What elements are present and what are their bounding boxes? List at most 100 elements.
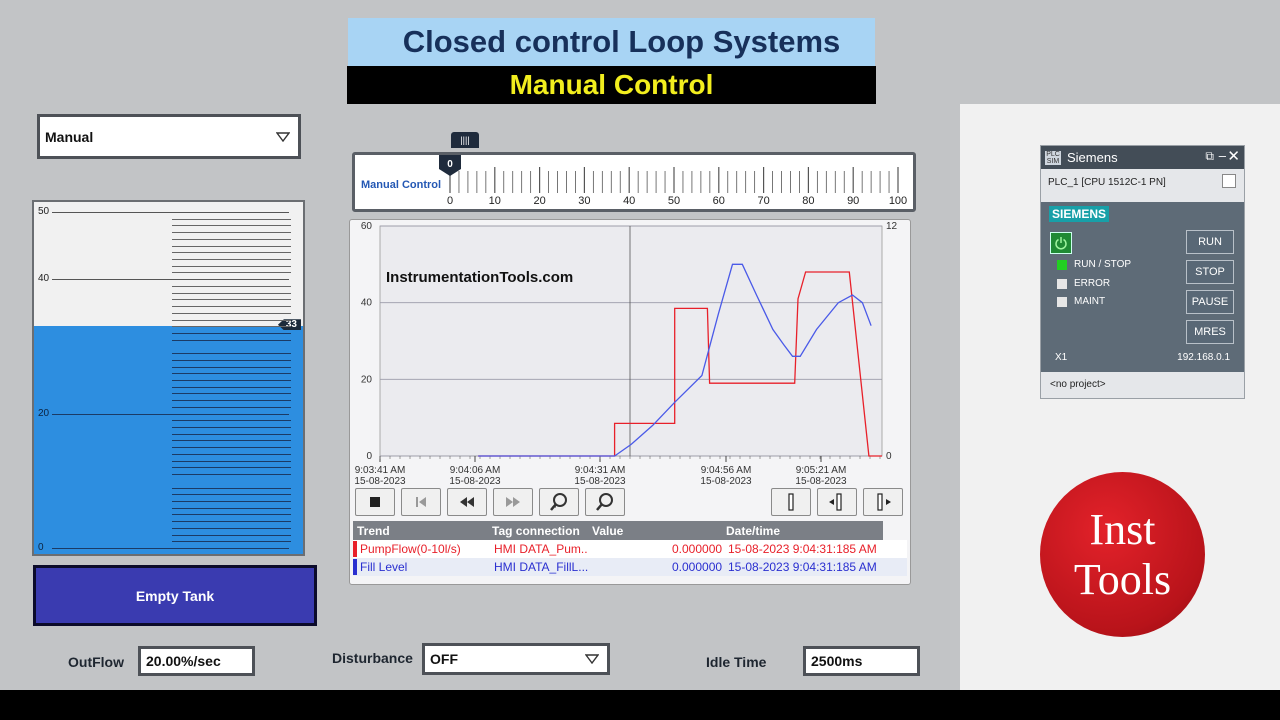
plc-control-panel: SIEMENS RUN / STOP ERROR MAINT RUN STOP … (1041, 202, 1244, 372)
tank-minor-line (172, 508, 291, 509)
run-button[interactable]: RUN (1186, 230, 1234, 254)
empty-tank-button[interactable]: Empty Tank (33, 565, 317, 626)
tank-gridline (52, 279, 289, 280)
slider-handle[interactable]: |||| (451, 132, 479, 148)
y2-tick-label: 12 (886, 221, 898, 232)
row-datetime: 15-08-2023 9:04:31:185 AM (728, 542, 877, 556)
tank-minor-line (172, 272, 291, 273)
ruler-back-icon[interactable] (817, 488, 857, 516)
tank-gridline (52, 414, 289, 415)
slider-scale: 01020304050607080901000 (355, 155, 913, 209)
close-icon[interactable]: ✕ (1227, 147, 1240, 165)
tank-minor-line (172, 474, 291, 475)
tank-minor-line (172, 467, 291, 468)
siemens-logo: SIEMENS (1049, 206, 1109, 222)
interface-label: X1 (1055, 352, 1067, 363)
plc-device-name: PLC_1 [CPU 1512C-1 PN] (1048, 177, 1166, 188)
slider-tick-label: 10 (489, 195, 501, 207)
tank-minor-line (172, 373, 291, 374)
watermark: InstrumentationTools.com (386, 269, 573, 286)
device-view-icon[interactable] (1222, 174, 1236, 188)
rewind-icon[interactable] (447, 488, 487, 516)
disturbance-dropdown-value: OFF (430, 651, 458, 667)
tank-minor-line (172, 286, 291, 287)
logo-line-2: Tools (1074, 555, 1171, 605)
tank-gridline (52, 212, 289, 213)
tank-level-gauge: 33 5040200 (32, 200, 305, 556)
slider-tick-label: 80 (802, 195, 814, 207)
tank-scale-label: 20 (38, 408, 49, 419)
tank-minor-line (172, 239, 291, 240)
page-subtitle: Manual Control (347, 66, 876, 104)
mres-button[interactable]: MRES (1186, 320, 1234, 344)
maint-led (1057, 297, 1067, 307)
tank-minor-line (172, 219, 291, 220)
tank-scale-label: 40 (38, 273, 49, 284)
error-label: ERROR (1074, 278, 1110, 289)
mode-dropdown[interactable]: Manual (37, 114, 301, 159)
zoom-in-icon[interactable] (539, 488, 579, 516)
x-tick-time: 9:03:41 AM (355, 465, 406, 476)
power-icon[interactable] (1050, 232, 1072, 254)
trend-table: Trend Tag connection Value Date/time Pum… (353, 521, 907, 576)
row-trend: PumpFlow(0-10l/s) (360, 542, 461, 556)
tank-minor-line (172, 293, 291, 294)
tank-minor-line (172, 387, 291, 388)
idle-time-field[interactable]: 2500ms (803, 646, 920, 676)
stop-button[interactable]: STOP (1186, 260, 1234, 284)
chevron-down-icon (585, 654, 599, 664)
y-tick-label: 60 (361, 221, 373, 232)
tank-minor-line (172, 333, 291, 334)
pause-button[interactable]: PAUSE (1186, 290, 1234, 314)
tank-minor-line (172, 299, 291, 300)
col-trend: Trend (357, 524, 390, 538)
col-tag: Tag connection (492, 524, 580, 538)
tank-minor-line (172, 353, 291, 354)
col-datetime: Date/time (726, 524, 780, 538)
slider-value-label: 0 (447, 159, 453, 170)
manual-control-slider[interactable]: Manual Control 01020304050607080901000 (352, 152, 916, 212)
x-tick-date: 15-08-2023 (449, 476, 501, 487)
tank-minor-line (172, 420, 291, 421)
x-tick-time: 9:04:56 AM (701, 465, 752, 476)
tank-minor-line (172, 393, 291, 394)
x-tick-time: 9:04:06 AM (450, 465, 501, 476)
tank-minor-line (172, 447, 291, 448)
outflow-label: OutFlow (68, 654, 124, 670)
zoom-out-icon[interactable] (585, 488, 625, 516)
row-trend: Fill Level (360, 560, 407, 574)
x-tick-date: 15-08-2023 (700, 476, 752, 487)
table-header: Trend Tag connection Value Date/time (353, 521, 883, 540)
slider-tick-label: 50 (668, 195, 680, 207)
tank-minor-line (172, 266, 291, 267)
plcsim-window: PLC SIM Siemens ⧉ – ✕ PLC_1 [CPU 1512C-1… (1040, 145, 1245, 399)
disturbance-dropdown[interactable]: OFF (422, 643, 610, 675)
error-led (1057, 279, 1067, 289)
stop-icon[interactable] (355, 488, 395, 516)
maint-label: MAINT (1074, 296, 1105, 307)
ruler-icon[interactable] (771, 488, 811, 516)
logo-line-1: Inst (1090, 505, 1156, 555)
tank-minor-line (172, 306, 291, 307)
tank-minor-line (172, 326, 291, 327)
slider-tick-label: 30 (578, 195, 590, 207)
trend-chart: 60402001209:03:41 AM15-08-20239:04:06 AM… (350, 220, 910, 490)
minimize-icon[interactable]: – (1219, 148, 1226, 163)
outflow-field[interactable]: 20.00%/sec (138, 646, 255, 676)
mode-dropdown-value: Manual (45, 129, 93, 145)
first-icon[interactable] (401, 488, 441, 516)
tank-minor-line (172, 427, 291, 428)
table-row[interactable]: PumpFlow(0-10l/s) HMI DATA_Pum.. 0.00000… (353, 540, 907, 558)
slider-tick-label: 90 (847, 195, 859, 207)
restore-icon[interactable]: ⧉ (1205, 149, 1214, 164)
y-tick-label: 0 (366, 451, 372, 462)
table-row[interactable]: Fill Level HMI DATA_FillL... 0.000000 15… (353, 558, 907, 576)
run-stop-label: RUN / STOP (1074, 259, 1131, 270)
forward-icon[interactable] (493, 488, 533, 516)
disturbance-label: Disturbance (332, 650, 413, 666)
y-tick-label: 40 (361, 298, 373, 309)
ruler-forward-icon[interactable] (863, 488, 903, 516)
tank-minor-line (172, 320, 291, 321)
x-tick-date: 15-08-2023 (574, 476, 626, 487)
project-status: <no project> (1050, 379, 1106, 390)
